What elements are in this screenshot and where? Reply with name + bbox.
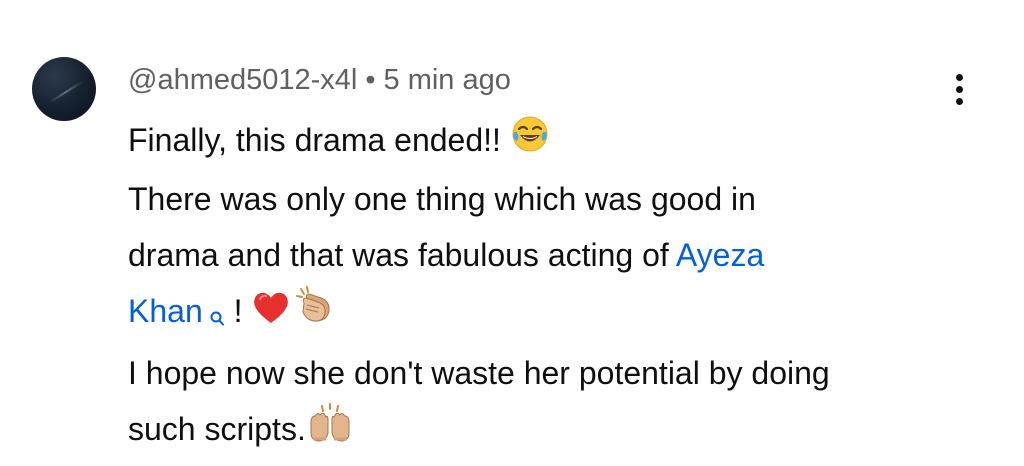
comment-line-1-text: Finally, this drama ended!! (128, 122, 510, 158)
mention-link-part2[interactable]: Khan (128, 293, 203, 329)
clapping-hands-icon (295, 285, 335, 342)
red-heart-icon (251, 286, 291, 342)
comment-header: @ahmed5012-x4l • 5 min ago (128, 62, 511, 98)
comment-line: I hope now she don't waste her potential… (128, 355, 830, 392)
raising-hands-icon (308, 403, 352, 460)
comment-line-6-text: such scripts. (128, 411, 306, 448)
mention-link-part1[interactable]: Ayeza (676, 237, 764, 273)
menu-dot (956, 86, 963, 93)
comment-line: Khan ! (128, 283, 988, 345)
comment-line: drama and that was fabulous acting of Ay… (128, 227, 988, 283)
comment-line: Finally, this drama ended!! (128, 112, 988, 171)
comment-line: such scripts. (128, 401, 988, 460)
comment-line: There was only one thing which was good … (128, 181, 756, 218)
user-avatar[interactable] (32, 57, 96, 121)
search-icon[interactable] (209, 289, 225, 345)
comment-line-3-text: drama and that was fabulous acting of (128, 237, 676, 274)
menu-dot (956, 74, 963, 81)
comment-timestamp[interactable]: 5 min ago (384, 64, 511, 96)
comment-body: Finally, this drama ended!! There was on… (128, 112, 988, 460)
face-with-tears-of-joy-icon (510, 114, 550, 171)
comment-card: @ahmed5012-x4l • 5 min ago Finally, this d… (0, 0, 1024, 466)
meta-separator: • (365, 64, 376, 96)
menu-dot (956, 98, 963, 105)
author-handle[interactable]: @ahmed5012-x4l (128, 64, 357, 96)
more-vert-icon[interactable] (946, 70, 974, 110)
after-mention-text: ! (224, 293, 252, 330)
